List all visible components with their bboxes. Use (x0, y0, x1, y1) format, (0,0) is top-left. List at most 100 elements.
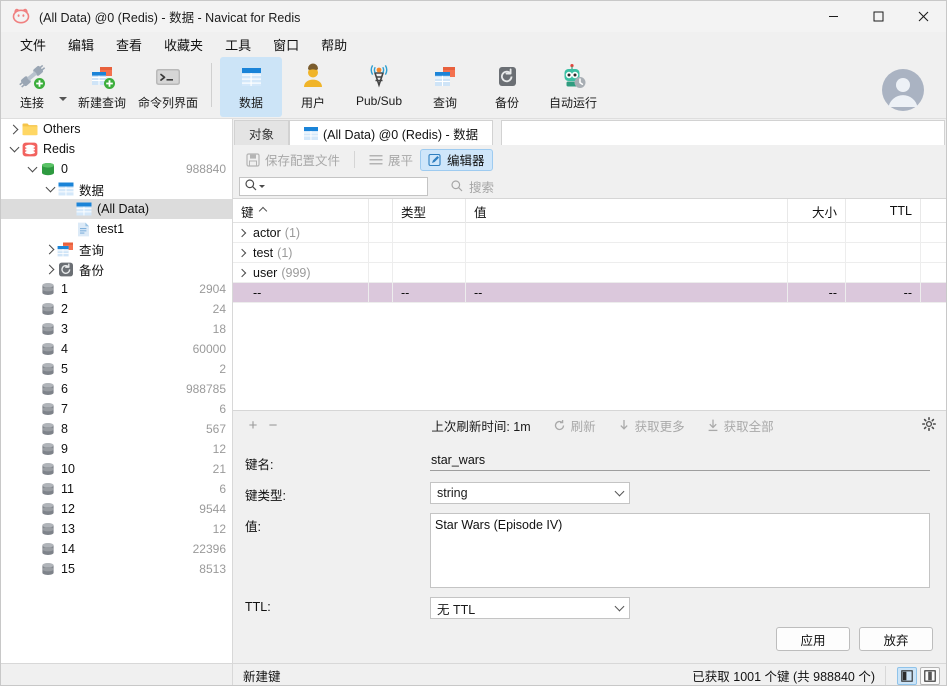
twisty-down-icon[interactable] (7, 142, 21, 153)
sidebar-item-14[interactable]: 14 22396 (1, 539, 232, 559)
toolbar-pubsub-button[interactable]: Pub/Sub (344, 57, 414, 117)
sidebar-item-2[interactable]: 2 24 (1, 299, 232, 319)
menu-help[interactable]: 帮助 (310, 32, 358, 57)
user-avatar-button[interactable] (882, 69, 924, 114)
editor-toggle-button[interactable]: 编辑器 (420, 148, 493, 171)
sidebar-item-15[interactable]: 15 8513 (1, 559, 232, 579)
apply-button[interactable]: 应用 (776, 627, 850, 651)
row-expand-icon[interactable] (237, 228, 253, 238)
table-row[interactable]: user (999) (233, 263, 946, 283)
row-expand-icon[interactable] (237, 248, 253, 258)
grid-column-header[interactable]: TTL (846, 199, 921, 223)
menu-window[interactable]: 窗口 (262, 32, 310, 57)
twisty-right-icon[interactable] (7, 124, 21, 134)
grid-cell-key[interactable]: actor (1) (233, 223, 369, 243)
table-row[interactable]: actor (1) (233, 223, 946, 243)
grid-column-header[interactable]: 值 (466, 199, 788, 223)
grid-cell-value[interactable] (466, 263, 788, 283)
grid-cell-ttl[interactable] (846, 263, 921, 283)
row-expand-icon[interactable] (237, 268, 253, 278)
connection-tree[interactable]: Others Redis 0 988840 数据 (All Data) test1 查询 备份 1… (1, 119, 233, 663)
grid-column-header[interactable]: 键 (233, 199, 369, 223)
connection-dropdown-caret-icon[interactable] (59, 97, 67, 101)
tab-objects[interactable]: 对象 (234, 120, 290, 145)
toolbar-query-button[interactable]: 查询 (414, 57, 476, 117)
toolbar-user-button[interactable]: 用户 (282, 57, 344, 117)
grid-cell-value[interactable] (466, 243, 788, 263)
grid-cell-value[interactable]: -- (466, 283, 788, 303)
menu-favorites[interactable]: 收藏夹 (153, 32, 214, 57)
grid-cell-type[interactable] (393, 263, 466, 283)
twisty-right-icon[interactable] (43, 244, 57, 254)
grid-cell-key[interactable]: -- (233, 283, 369, 303)
grid-cell-type[interactable] (393, 243, 466, 263)
grid-cell-size[interactable]: -- (788, 283, 846, 303)
fetch-more-button[interactable]: 获取更多 (618, 416, 685, 435)
panel-left-icon[interactable] (897, 666, 917, 685)
sidebar-item-3[interactable]: 3 18 (1, 319, 232, 339)
tab-all-data[interactable]: (All Data) @0 (Redis) - 数据 (289, 120, 494, 145)
grid-cell-type[interactable]: -- (393, 283, 466, 303)
sidebar-item-1[interactable]: 1 2904 (1, 279, 232, 299)
sidebar-item-5[interactable]: 52 (1, 359, 232, 379)
grid-cell-value[interactable] (466, 223, 788, 243)
menu-view[interactable]: 查看 (105, 32, 153, 57)
grid-cell-key[interactable]: user (999) (233, 263, 369, 283)
grid-column-header[interactable]: 大小 (788, 199, 846, 223)
grid-cell-ttl[interactable] (846, 243, 921, 263)
grid-cell-key[interactable]: test (1) (233, 243, 369, 263)
add-key-button[interactable]: + (243, 415, 263, 435)
grid-cell-spacer[interactable] (369, 263, 393, 283)
sidebar-item-[interactable]: 查询 (1, 239, 232, 259)
grid-cell-spacer[interactable] (369, 283, 393, 303)
sidebar-item-9[interactable]: 9 12 (1, 439, 232, 459)
twisty-down-icon[interactable] (25, 162, 39, 173)
filter-dropdown-caret-icon[interactable] (259, 184, 265, 188)
table-row[interactable]: -- -- -- -- -- (233, 283, 946, 303)
toolbar-backup-button[interactable]: 备份 (476, 57, 538, 117)
close-button[interactable] (901, 1, 946, 32)
save-profile-button[interactable]: 保存配置文件 (239, 149, 347, 171)
minimize-button[interactable] (811, 1, 856, 32)
toolbar-command-line-button[interactable]: 命令列界面 (133, 57, 203, 117)
sidebar-item-10[interactable]: 10 21 (1, 459, 232, 479)
sidebar-item-6[interactable]: 6 988785 (1, 379, 232, 399)
discard-button[interactable]: 放弃 (859, 627, 933, 651)
grid-cell-type[interactable] (393, 223, 466, 243)
maximize-button[interactable] (856, 1, 901, 32)
sidebar-item-redis[interactable]: Redis (1, 139, 232, 159)
sidebar-item-11[interactable]: 11 6 (1, 479, 232, 499)
sidebar-item-all-data[interactable]: (All Data) (1, 199, 232, 219)
refresh-button[interactable]: 刷新 (553, 416, 596, 435)
sidebar-item-13[interactable]: 13 12 (1, 519, 232, 539)
value-textarea[interactable]: Star Wars (Episode IV) (430, 513, 930, 588)
grid-cell-size[interactable] (788, 263, 846, 283)
key-filter-input[interactable] (239, 176, 428, 196)
key-grid[interactable]: 键类型值大小 TTL actor (1) test (1) user (999) -- -- --… (233, 198, 946, 411)
sidebar-item-8[interactable]: 8 567 (1, 419, 232, 439)
menu-edit[interactable]: 编辑 (57, 32, 105, 57)
sidebar-item-7[interactable]: 76 (1, 399, 232, 419)
grid-column-header[interactable] (369, 199, 393, 223)
table-row[interactable]: test (1) (233, 243, 946, 263)
flatten-button[interactable]: 展平 (362, 149, 420, 171)
key-name-input[interactable] (430, 451, 930, 471)
sidebar-item-4[interactable]: 4 60000 (1, 339, 232, 359)
key-type-select[interactable]: string (430, 482, 630, 504)
grid-cell-ttl[interactable]: -- (846, 283, 921, 303)
search-button[interactable]: 搜索 (450, 177, 494, 196)
remove-key-button[interactable]: − (263, 415, 283, 435)
gear-icon[interactable] (921, 416, 936, 434)
menu-file[interactable]: 文件 (9, 32, 57, 57)
toolbar-data-button[interactable]: 数据 (220, 57, 282, 117)
toolbar-new-query-button[interactable]: 新建查询 (71, 57, 133, 117)
grid-cell-ttl[interactable] (846, 223, 921, 243)
grid-cell-size[interactable] (788, 223, 846, 243)
menu-tools[interactable]: 工具 (214, 32, 262, 57)
grid-column-header[interactable]: 类型 (393, 199, 466, 223)
grid-body[interactable]: actor (1) test (1) user (999) -- -- -- -- -- (233, 223, 946, 303)
twisty-down-icon[interactable] (43, 182, 57, 193)
panel-right-icon[interactable] (920, 666, 940, 685)
grid-cell-spacer[interactable] (369, 243, 393, 263)
sidebar-item-others[interactable]: Others (1, 119, 232, 139)
